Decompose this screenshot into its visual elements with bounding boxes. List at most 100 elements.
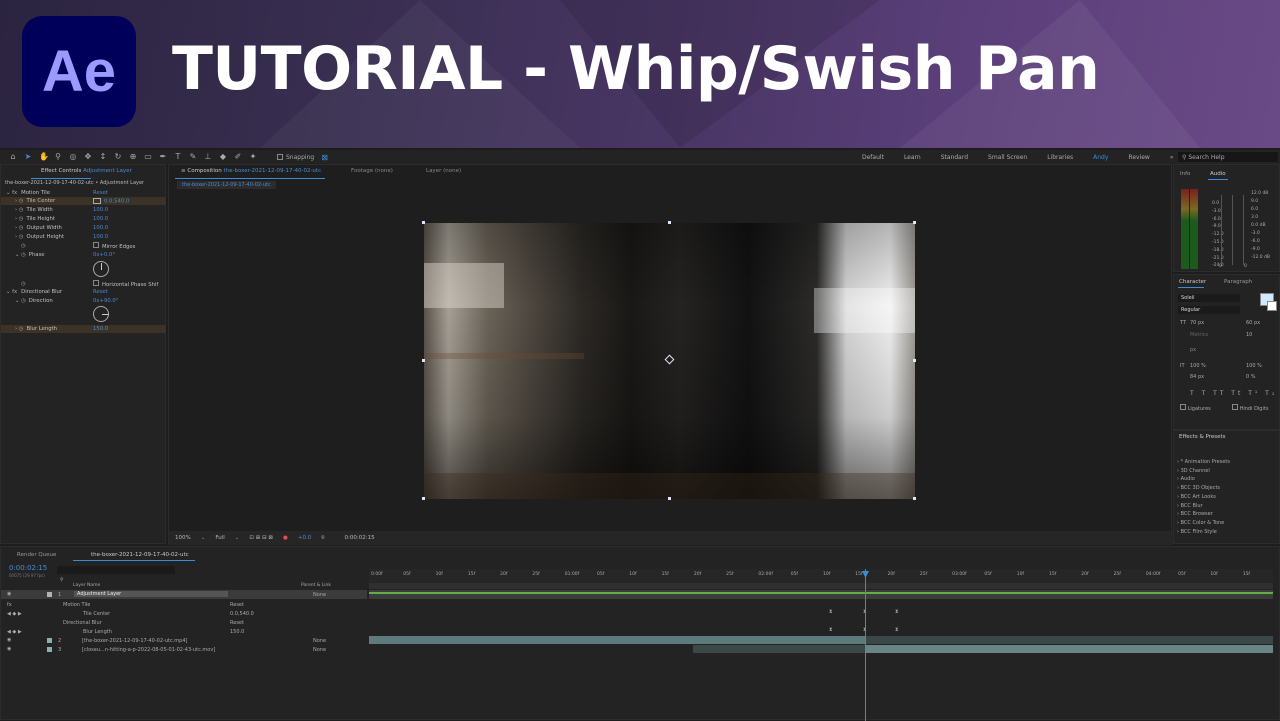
property-value[interactable]: 100.0 [93,225,108,231]
property-value[interactable]: 0.0,540.0 [230,611,254,617]
effects-list-item[interactable]: › BCC Film Style [1177,529,1217,535]
property-value[interactable]: 100.0 [93,216,108,222]
layer-2-bar[interactable] [369,636,865,644]
effect-motion-tile[interactable]: ⌄ fx Motion Tile Reset [1,189,166,197]
workspace-review[interactable]: Review [1118,154,1159,161]
effects-presets-tab[interactable]: Effects & Presets [1179,434,1226,440]
stroke-unit[interactable]: px [1190,347,1196,353]
footage-tab[interactable]: Footage (none) [351,168,393,174]
parent-dropdown[interactable]: None [313,592,326,598]
time-ruler[interactable]: 0:00f 05f 10f 15f 20f 25f 01:00f 05f 10f 15f 20f 25… [369,569,1273,583]
effects-list-item[interactable]: › * Animation Presets [1177,459,1230,465]
property-value[interactable]: 0x+0.0° [93,252,115,258]
composition-breadcrumb[interactable]: the-boxer-2021-12-09-17-40-02-utc [177,181,276,189]
region-of-interest-icon[interactable]: ⊡ ⊞ ⊟ ⊠ [249,535,273,541]
current-timecode[interactable]: 0:00:02:15 [9,564,47,572]
crosshair-icon[interactable] [93,197,101,204]
audio-slider-track[interactable] [1243,195,1244,265]
transform-handle[interactable] [668,497,671,500]
vertical-scale-value[interactable]: 100 % [1190,363,1206,369]
effect-controls-tab[interactable]: Effect Controls Adjustment Layer [41,168,132,174]
effect-row-directional-blur[interactable]: Directional Blur Reset [1,618,367,627]
property-horizontal-phase-shift[interactable]: ◷ Horizontal Phase Shif [1,280,166,288]
resolution-dropdown[interactable]: Full [215,535,224,541]
layer-label-color[interactable] [47,647,52,652]
info-tab[interactable]: Info [1180,171,1190,177]
zoom-dropdown[interactable]: 100% [175,535,191,541]
snapping-options-icon[interactable]: ⊠ [321,153,328,162]
home-icon[interactable]: ⌂ [9,153,17,161]
layer-row-3[interactable]: ◉ 3 [closeu...n-hitting-a-p-2022-08-05-0… [1,645,367,654]
leading-value[interactable]: 60 px [1246,320,1260,326]
anchor-tool-icon[interactable]: ⊕ [129,153,137,161]
property-value[interactable]: 150.0 [230,629,244,635]
character-tab[interactable]: Character [1179,279,1206,285]
mirror-edges-checkbox[interactable] [93,242,99,248]
direction-dial[interactable] [93,306,109,322]
font-family-dropdown[interactable]: Soleil [1178,294,1240,302]
effect-directional-blur[interactable]: ⌄ fx Directional Blur Reset [1,288,166,296]
clone-stamp-icon[interactable]: ⊥ [204,153,212,161]
snapping-toggle[interactable]: Snapping ⊠ [277,153,328,162]
reset-link[interactable]: Reset [230,602,244,608]
viewer-timecode[interactable]: 0:00:02:15 [345,535,375,541]
property-value[interactable]: 100.0 [93,234,108,240]
work-area-bar[interactable] [369,583,1273,589]
parent-dropdown[interactable]: None [313,647,326,653]
font-size-value[interactable]: 70 px [1190,320,1204,326]
property-row-tile-center[interactable]: ◀ ◆ ▶ Tile Center 0.0,540.0 [1,609,367,618]
horizontal-scale-value[interactable]: 100 % [1246,363,1262,369]
workspace-standard[interactable]: Standard [931,154,978,161]
layer-row-2[interactable]: ◉ 2 [the-boxer-2021-12-09-17-40-02-utc.m… [1,636,367,645]
property-value[interactable]: 150.0 [93,326,108,332]
transform-handle[interactable] [913,359,916,362]
render-queue-tab[interactable]: Render Queue [17,552,56,558]
property-mirror-edges[interactable]: ◷ Mirror Edges [1,242,166,250]
effects-list-item[interactable]: › BCC Art Looks [1177,494,1216,500]
reset-link[interactable]: Reset [93,190,108,196]
layer-label-color[interactable] [47,592,52,597]
composition-viewer[interactable] [424,223,915,499]
keyframe-icon[interactable]: ⧗ [829,627,833,633]
layer-name[interactable]: Adjustment Layer [74,591,228,597]
brush-tool-icon[interactable]: ✎ [189,153,197,161]
tracking-value[interactable]: 10 [1246,332,1252,338]
reset-link[interactable]: Reset [93,289,108,295]
exposure-value[interactable]: +0.0 [298,535,311,541]
baseline-shift-value[interactable]: 84 px [1190,374,1204,380]
property-blur-length[interactable]: › ◷ Blur Length 150.0 [1,325,166,333]
transform-handle[interactable] [422,497,425,500]
audio-tab[interactable]: Audio [1210,171,1226,177]
keyframe-icon[interactable]: ⧗ [895,627,899,633]
effect-row-motion-tile[interactable]: fx Motion Tile Reset [1,600,367,609]
layer-label-color[interactable] [47,638,52,643]
transform-handle[interactable] [422,221,425,224]
property-tile-width[interactable]: › ◷ Tile Width 100.0 [1,206,166,214]
channel-icon[interactable]: ● [283,535,288,541]
transform-handle[interactable] [668,221,671,224]
horizontal-phase-checkbox[interactable] [93,280,99,286]
puppet-pin-icon[interactable]: ✦ [249,153,257,161]
property-output-width[interactable]: › ◷ Output Width 100.0 [1,224,166,232]
selection-tool-icon[interactable]: ➤ [24,153,32,161]
property-tile-height[interactable]: › ◷ Tile Height 100.0 [1,215,166,223]
effects-list-item[interactable]: › Audio [1177,476,1195,482]
property-value[interactable]: 0.0,540.0 [104,198,129,204]
effects-list-item[interactable]: › BCC Color & Tone [1177,520,1224,526]
property-tile-center[interactable]: › ◷ Tile Center 0.0,540.0 [1,197,166,205]
effects-list-item[interactable]: › BCC Browser [1177,511,1213,517]
zoom-tool-icon[interactable]: ⚲ [54,153,62,161]
timeline-comp-tab[interactable]: the-boxer-2021-12-09-17-40-02-utc [91,552,189,558]
property-output-height[interactable]: › ◷ Output Height 100.0 [1,233,166,241]
property-value[interactable]: 100.0 [93,207,108,213]
parent-dropdown[interactable]: None [313,638,326,644]
workspace-libraries[interactable]: Libraries [1037,154,1083,161]
effects-list-item[interactable]: › 3D Channel [1177,468,1210,474]
timeline-search-input[interactable]: ⚲ [57,566,175,583]
workspace-small-screen[interactable]: Small Screen [978,154,1037,161]
roto-brush-icon[interactable]: ✐ [234,153,242,161]
transform-handle[interactable] [913,497,916,500]
effects-list-item[interactable]: › BCC 3D Objects [1177,485,1220,491]
font-style-dropdown[interactable]: Regular [1178,306,1240,314]
layer-name[interactable]: [the-boxer-2021-12-09-17-40-02-utc.mp4] [82,638,187,644]
